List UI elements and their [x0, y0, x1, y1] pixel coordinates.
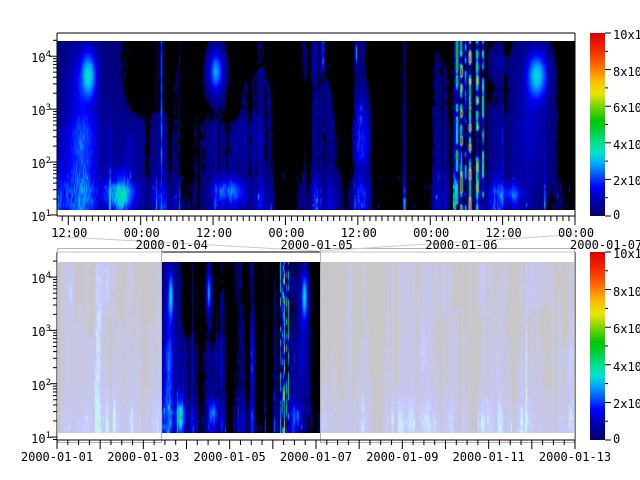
x-tick-time-label: 12:00 — [196, 227, 232, 240]
x-tick-date-label: 2000-01-05 — [194, 451, 266, 464]
y-tick-label: 101 — [31, 430, 51, 446]
colorbar-tick-label: 4x107 — [613, 136, 640, 152]
colorbar-tick-label: 0 — [613, 433, 620, 446]
exponent: 2 — [46, 156, 51, 166]
colorbar-tick-label: 2x107 — [613, 172, 640, 188]
colorbar-tick-label: 8x107 — [613, 283, 640, 299]
x-tick-date-label: 2000-01-03 — [107, 451, 179, 464]
y-tick-label: 102 — [31, 377, 51, 393]
colorbar-tick-label: 2x107 — [613, 395, 640, 411]
x-tick-time-label: 12:00 — [341, 227, 377, 240]
colorbar-tick-label: 8x107 — [613, 63, 640, 79]
exponent: 1 — [46, 209, 51, 219]
exponent: 2 — [46, 378, 51, 388]
context-colorbar-gradient — [590, 252, 605, 440]
y-tick-label: 102 — [31, 155, 51, 171]
y-tick-label: 104 — [31, 49, 51, 65]
colorbar-tick-label: 6x107 — [613, 320, 640, 336]
x-tick-date-label: 2000-01-05 — [280, 239, 352, 252]
x-tick-date-label: 2000-01-11 — [453, 451, 525, 464]
x-tick-date-label: 2000-01-01 — [21, 451, 93, 464]
x-tick-date-label: 2000-01-13 — [539, 451, 611, 464]
y-tick-label: 103 — [31, 323, 51, 339]
y-tick-label: 103 — [31, 102, 51, 118]
exponent: 3 — [46, 103, 51, 113]
colorbar-tick-label: 6x107 — [613, 99, 640, 115]
x-tick-date-label: 2000-01-04 — [136, 239, 208, 252]
exponent: 1 — [46, 431, 51, 441]
colorbar-tick-label: 4x107 — [613, 358, 640, 374]
colorbar-tick-label: 10x107 — [613, 26, 640, 42]
y-tick-label: 104 — [31, 270, 51, 286]
colorbar-tick-label: 0 — [613, 209, 620, 222]
x-tick-date-label: 2000-01-06 — [425, 239, 497, 252]
colorbar-tick-label: 10x107 — [613, 245, 640, 261]
zoom-colorbar-gradient — [590, 33, 605, 216]
context-shade-right — [320, 248, 575, 443]
zoom-spectrogram-canvas[interactable] — [57, 41, 575, 210]
context-shade-left — [57, 248, 162, 443]
x-tick-date-label: 2000-01-07 — [280, 451, 352, 464]
spectrogram-plot-window: 12:0000:002000-01-0412:0000:002000-01-05… — [0, 0, 640, 480]
x-tick-time-label: 12:00 — [51, 227, 87, 240]
exponent: 4 — [46, 50, 51, 60]
x-tick-time-label: 12:00 — [486, 227, 522, 240]
y-tick-label: 101 — [31, 208, 51, 224]
exponent: 4 — [46, 271, 51, 281]
exponent: 3 — [46, 324, 51, 334]
x-tick-date-label: 2000-01-09 — [366, 451, 438, 464]
